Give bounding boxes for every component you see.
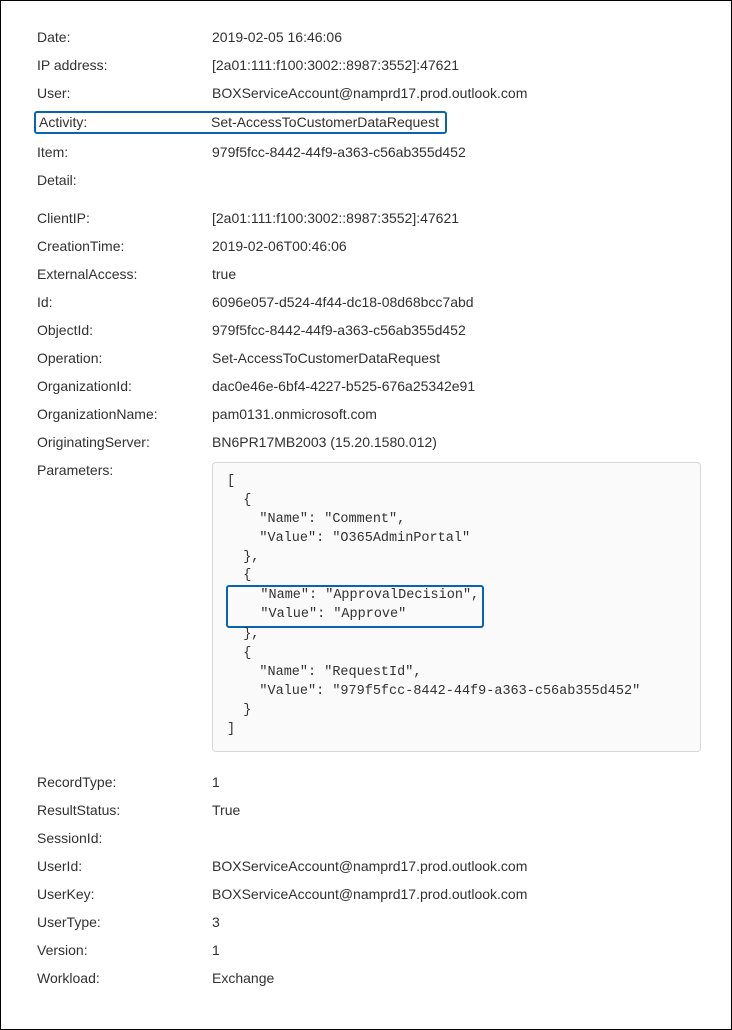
value-originatingserver: BN6PR17MB2003 (15.20.1580.012) (212, 434, 701, 450)
code-line: "Value": "979f5fcc-8442-44f9-a363-c56ab3… (227, 684, 640, 699)
label-user: User: (37, 85, 212, 101)
code-line: "Value": "Approve" (228, 607, 406, 622)
row-id: Id: 6096e057-d524-4f44-dc18-08d68bcc7abd (37, 294, 701, 310)
value-activity: Set-AccessToCustomerDataRequest (211, 114, 439, 130)
code-line: "Name": "Comment", (227, 512, 405, 527)
row-userid: UserId: BOXServiceAccount@namprd17.prod.… (37, 858, 701, 874)
code-line: "Name": "ApprovalDecision", (228, 588, 479, 603)
row-item: Item: 979f5fcc-8442-44f9-a363-c56ab355d4… (37, 144, 701, 160)
row-ip: IP address: [2a01:111:f100:3002::8987:35… (37, 57, 701, 73)
value-resultstatus: True (212, 802, 701, 818)
highlight-approval: "Name": "ApprovalDecision", "Value": "Ap… (226, 585, 484, 628)
value-date: 2019-02-05 16:46:06 (212, 29, 701, 45)
label-item: Item: (37, 144, 212, 160)
parameters-codebox: [ { "Name": "Comment", "Value": "O365Adm… (212, 462, 701, 752)
row-user: User: BOXServiceAccount@namprd17.prod.ou… (37, 85, 701, 101)
row-externalaccess: ExternalAccess: true (37, 266, 701, 282)
code-line: "Name": "RequestId", (227, 665, 421, 680)
label-version: Version: (37, 942, 212, 958)
value-userid: BOXServiceAccount@namprd17.prod.outlook.… (212, 858, 701, 874)
code-line: { (227, 646, 251, 661)
code-line: }, (227, 627, 259, 642)
value-ip: [2a01:111:f100:3002::8987:3552]:47621 (212, 57, 701, 73)
label-detail: Detail: (37, 172, 212, 188)
row-originatingserver: OriginatingServer: BN6PR17MB2003 (15.20.… (37, 434, 701, 450)
label-sessionid: SessionId: (37, 830, 212, 846)
value-workload: Exchange (212, 970, 701, 986)
label-userkey: UserKey: (37, 886, 212, 902)
value-user: BOXServiceAccount@namprd17.prod.outlook.… (212, 85, 701, 101)
label-usertype: UserType: (37, 914, 212, 930)
row-clientip: ClientIP: [2a01:111:f100:3002::8987:3552… (37, 210, 701, 226)
row-operation: Operation: Set-AccessToCustomerDataReque… (37, 350, 701, 366)
row-organizationname: OrganizationName: pam0131.onmicrosoft.co… (37, 406, 701, 422)
row-parameters: Parameters: [ { "Name": "Comment", "Valu… (37, 462, 701, 752)
code-line: [ (227, 474, 235, 489)
label-activity: Activity: (36, 114, 211, 130)
value-creationtime: 2019-02-06T00:46:06 (212, 238, 701, 254)
label-clientip: ClientIP: (37, 210, 212, 226)
label-workload: Workload: (37, 970, 212, 986)
label-recordtype: RecordType: (37, 774, 212, 790)
row-recordtype: RecordType: 1 (37, 774, 701, 790)
row-userkey: UserKey: BOXServiceAccount@namprd17.prod… (37, 886, 701, 902)
label-id: Id: (37, 294, 212, 310)
label-date: Date: (37, 29, 212, 45)
value-clientip: [2a01:111:f100:3002::8987:3552]:47621 (212, 210, 701, 226)
code-line: { (227, 493, 251, 508)
label-organizationname: OrganizationName: (37, 406, 212, 422)
row-organizationid: OrganizationId: dac0e46e-6bf4-4227-b525-… (37, 378, 701, 394)
value-userkey: BOXServiceAccount@namprd17.prod.outlook.… (212, 886, 701, 902)
label-parameters: Parameters: (37, 462, 212, 478)
code-line: "Value": "O365AdminPortal" (227, 531, 470, 546)
value-item: 979f5fcc-8442-44f9-a363-c56ab355d452 (212, 144, 701, 160)
value-objectid: 979f5fcc-8442-44f9-a363-c56ab355d452 (212, 322, 701, 338)
label-ip: IP address: (37, 57, 212, 73)
row-resultstatus: ResultStatus: True (37, 802, 701, 818)
label-resultstatus: ResultStatus: (37, 802, 212, 818)
value-externalaccess: true (212, 266, 701, 282)
value-organizationid: dac0e46e-6bf4-4227-b525-676a25342e91 (212, 378, 701, 394)
row-objectid: ObjectId: 979f5fcc-8442-44f9-a363-c56ab3… (37, 322, 701, 338)
label-creationtime: CreationTime: (37, 238, 212, 254)
label-externalaccess: ExternalAccess: (37, 266, 212, 282)
label-operation: Operation: (37, 350, 212, 366)
code-line: ] (227, 722, 235, 737)
label-objectid: ObjectId: (37, 322, 212, 338)
row-sessionid: SessionId: (37, 830, 701, 846)
label-organizationid: OrganizationId: (37, 378, 212, 394)
code-line: }, (227, 550, 259, 565)
code-line: { (227, 568, 251, 583)
row-date: Date: 2019-02-05 16:46:06 (37, 29, 701, 45)
value-operation: Set-AccessToCustomerDataRequest (212, 350, 701, 366)
value-version: 1 (212, 942, 701, 958)
value-id: 6096e057-d524-4f44-dc18-08d68bcc7abd (212, 294, 701, 310)
row-usertype: UserType: 3 (37, 914, 701, 930)
row-activity: Activity: Set-AccessToCustomerDataReques… (37, 113, 701, 132)
row-workload: Workload: Exchange (37, 970, 701, 986)
row-detail: Detail: (37, 172, 701, 188)
value-organizationname: pam0131.onmicrosoft.com (212, 406, 701, 422)
value-recordtype: 1 (212, 774, 701, 790)
label-userid: UserId: (37, 858, 212, 874)
row-creationtime: CreationTime: 2019-02-06T00:46:06 (37, 238, 701, 254)
row-version: Version: 1 (37, 942, 701, 958)
value-usertype: 3 (212, 914, 701, 930)
code-line: } (227, 703, 251, 718)
label-originatingserver: OriginatingServer: (37, 434, 212, 450)
highlight-activity: Activity: Set-AccessToCustomerDataReques… (34, 111, 447, 134)
